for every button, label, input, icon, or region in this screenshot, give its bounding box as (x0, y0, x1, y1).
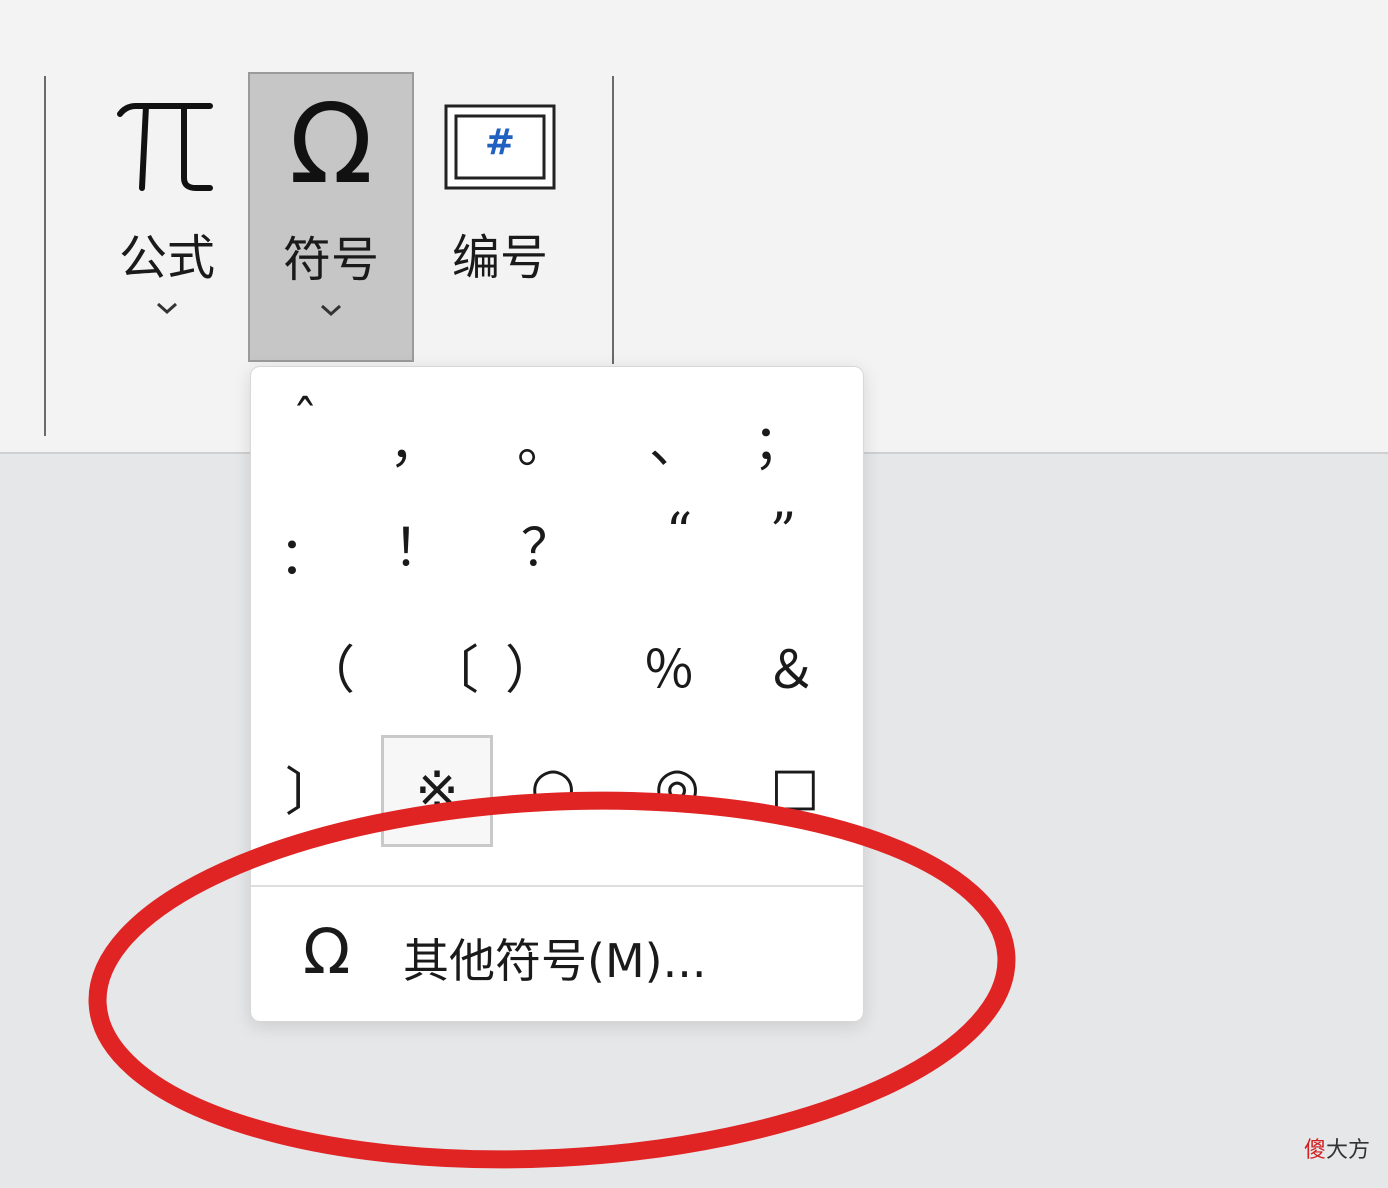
watermark-red-char: 傻 (1303, 1138, 1326, 1163)
symbol-cell[interactable]: 〕 (257, 733, 365, 841)
symbol-cell[interactable]: 、 (621, 385, 729, 493)
symbol-cell-selected[interactable]: ※ (381, 735, 493, 847)
more-symbols-label: 其他符号(M)... (403, 934, 707, 988)
numbering-button[interactable]: # 编号 (426, 72, 574, 362)
symbol-cell[interactable]: ％ (615, 611, 723, 719)
watermark-text: 大方 (1325, 1138, 1370, 1163)
pi-icon (117, 103, 213, 191)
symbol-cell[interactable]: ？ (493, 489, 601, 597)
symbol-cell[interactable]: ＆ (737, 611, 845, 719)
menu-divider (251, 885, 863, 887)
omega-icon: Ω (288, 80, 374, 208)
symbol-cell[interactable]: ； (725, 385, 833, 493)
symbol-cell[interactable]: ˆ (251, 367, 359, 475)
ribbon-separator-left (44, 76, 46, 436)
symbol-cell[interactable]: ： (251, 497, 359, 605)
symbol-cell[interactable]: ○ (499, 733, 607, 841)
symbol-cell[interactable]: ， (361, 385, 469, 493)
stage: 公式 Ω 符号 # 编号 ˆ ， 。 、 ； ： ！ ？ “ ” （ 〔 ） ％… (0, 0, 1388, 1188)
formula-button[interactable]: 公式 (92, 72, 242, 362)
symbol-cell[interactable]: ◎ (623, 733, 731, 841)
formula-label: 公式 (118, 230, 215, 286)
hash-glyph: # (484, 122, 516, 163)
chevron-down-icon (321, 304, 341, 317)
chevron-down-icon (157, 302, 177, 315)
omega-icon: Ω (303, 915, 351, 988)
symbol-dropdown: ˆ ， 。 、 ； ： ！ ？ “ ” （ 〔 ） ％ ＆ 〕 ※ ○ ◎ □ … (250, 366, 864, 1022)
numbering-label: 编号 (451, 230, 548, 286)
watermark: 傻大方 (1304, 1132, 1370, 1164)
symbol-cell[interactable]: ） (477, 611, 585, 719)
symbol-cell[interactable]: □ (741, 733, 849, 841)
symbol-cell[interactable]: ” (729, 479, 837, 587)
symbol-cell[interactable]: （ (275, 611, 383, 719)
symbol-cell[interactable]: 。 (489, 385, 597, 493)
ribbon-separator-right (612, 76, 614, 364)
symbol-cell[interactable]: “ (625, 479, 733, 587)
more-symbols-menu-item[interactable]: Ω 其他符号(M)... (251, 897, 863, 1007)
symbol-cell[interactable]: ！ (365, 489, 473, 597)
symbol-label: 符号 (282, 232, 379, 288)
symbol-button[interactable]: Ω 符号 (248, 72, 414, 362)
